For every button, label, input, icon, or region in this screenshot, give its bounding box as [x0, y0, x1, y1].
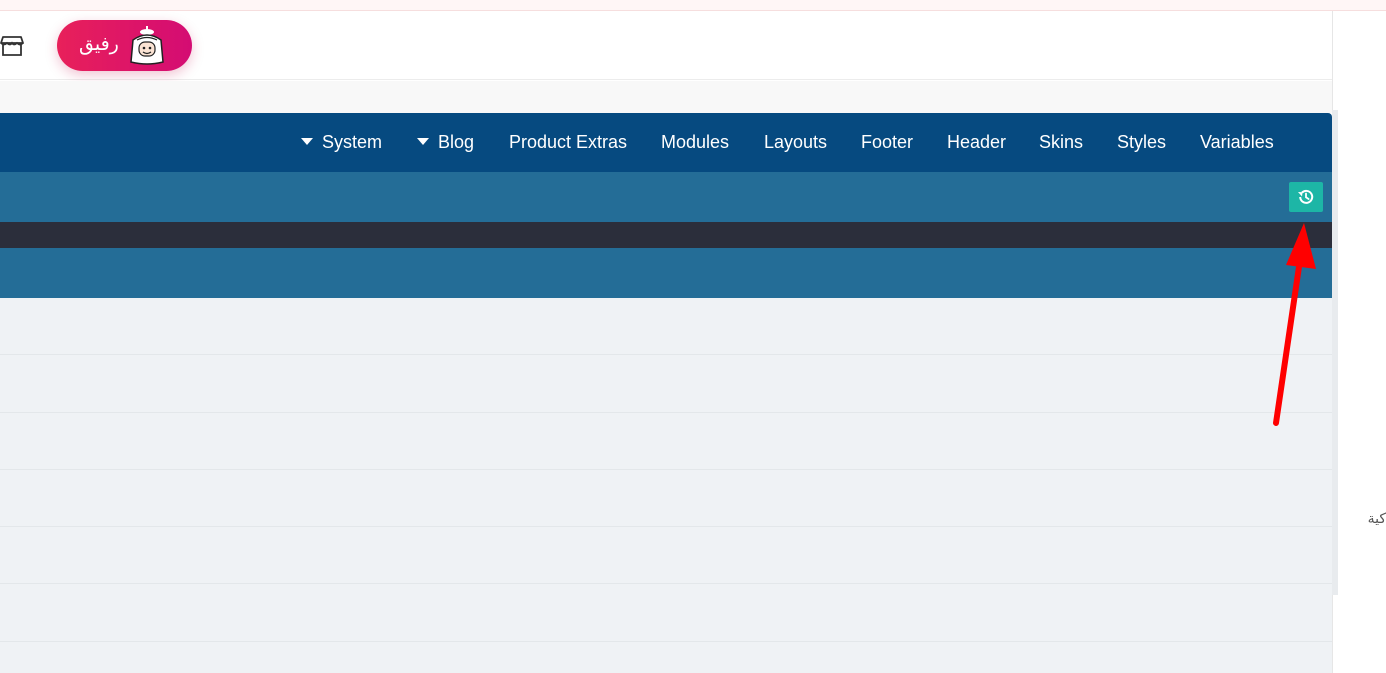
side-panel-text: كية	[1367, 511, 1386, 527]
nav-item-label: Skins	[1039, 132, 1084, 152]
top-strip	[0, 0, 1386, 11]
right-side-panel: كية	[1332, 11, 1386, 673]
rafiq-mascot-icon	[128, 26, 166, 66]
nav-item-label: Product Extras	[509, 132, 628, 152]
nav-item-blog[interactable]: Blog	[417, 113, 474, 172]
scrollbar-track[interactable]	[1332, 110, 1338, 595]
nav-item-footer[interactable]: Footer	[861, 113, 913, 172]
caret-down-icon	[417, 138, 429, 145]
nav-item-header[interactable]: Header	[947, 113, 1006, 172]
annotation-arrow	[1273, 223, 1316, 426]
row-divider	[0, 354, 1332, 355]
row-divider	[0, 469, 1332, 470]
row-divider	[0, 641, 1332, 642]
row-divider	[0, 526, 1332, 527]
nav-item-label: Modules	[661, 132, 730, 152]
store-icon[interactable]	[0, 35, 24, 57]
nav-item-system[interactable]: System	[301, 113, 382, 172]
secondary-strip	[0, 81, 1332, 113]
nav-item-modules[interactable]: Modules	[661, 113, 729, 172]
main-navigation: System Blog Product Extras Modules Layou…	[0, 113, 1332, 172]
row-divider	[0, 412, 1332, 413]
top-bar: رفيق	[0, 11, 1332, 80]
nav-item-label: Blog	[438, 132, 475, 152]
page-root: رفيق System Blog Product Extras Modules …	[0, 0, 1386, 673]
history-icon	[1298, 189, 1314, 204]
caret-down-icon	[301, 138, 313, 145]
section-header-band	[0, 248, 1332, 298]
nav-item-styles[interactable]: Styles	[1117, 113, 1166, 172]
rafiq-button-label: رفيق	[79, 33, 119, 55]
row-divider	[0, 583, 1332, 584]
nav-item-label: Variables	[1200, 132, 1274, 152]
nav-item-label: Layouts	[764, 132, 828, 152]
toolbar	[0, 172, 1332, 222]
nav-item-label: Styles	[1117, 132, 1167, 152]
nav-item-skins[interactable]: Skins	[1039, 113, 1083, 172]
nav-item-layouts[interactable]: Layouts	[764, 113, 827, 172]
dark-strip	[0, 222, 1332, 248]
nav-item-variables[interactable]: Variables	[1200, 113, 1274, 172]
rafiq-button[interactable]: رفيق	[57, 20, 192, 71]
nav-item-label: Footer	[861, 132, 914, 152]
nav-item-label: Header	[947, 132, 1007, 152]
history-button[interactable]	[1289, 182, 1323, 212]
nav-item-product-extras[interactable]: Product Extras	[509, 113, 627, 172]
nav-item-label: System	[322, 132, 383, 152]
content-area	[0, 298, 1332, 673]
